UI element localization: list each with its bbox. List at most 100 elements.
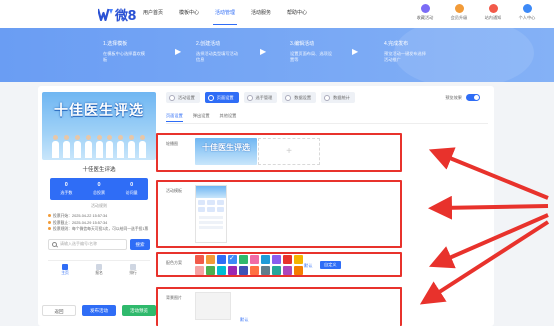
color-swatch[interactable]	[272, 266, 281, 275]
color-swatch[interactable]	[228, 254, 237, 264]
step-arrow-icon: ▶	[175, 47, 182, 56]
tab-activity-settings[interactable]: 活动设置	[166, 92, 200, 103]
tab-statistics[interactable]: 数据统计	[321, 92, 355, 103]
tool-label: 站内通知	[484, 15, 502, 20]
crown-icon	[454, 4, 464, 13]
background-thumbnail[interactable]	[195, 292, 231, 320]
tool-notifications[interactable]: 站内通知	[480, 4, 506, 21]
preview-toggle-row: 预览效果	[445, 94, 480, 101]
tool-profile[interactable]: 个人中心	[514, 4, 540, 21]
step-arrow-icon: ▶	[352, 47, 359, 56]
stat-label: 总投票	[93, 190, 105, 195]
step-desc: 选择活动类型填写活动信息	[196, 51, 238, 62]
tab-page-settings[interactable]: 页面设置	[204, 92, 239, 103]
stat-visits: 0 访问量	[115, 178, 148, 200]
color-swatch[interactable]	[239, 266, 248, 275]
tool-label: 个人中心	[518, 15, 536, 20]
bell-icon	[488, 4, 498, 13]
brand-logo[interactable]: 微8	[96, 5, 138, 24]
color-swatch[interactable]	[217, 255, 226, 264]
toggle-label: 预览效果	[445, 94, 462, 100]
color-swatch[interactable]	[228, 266, 237, 275]
color-swatch[interactable]	[195, 266, 204, 275]
preview-toggle[interactable]	[466, 94, 480, 101]
steps-banner: 1.选择模板 在模板中心选择喜欢模板 ▶ 2.创建活动 选择活动类型填写活动信息…	[0, 28, 554, 82]
nav-item-help[interactable]: 帮助中心	[280, 0, 314, 28]
color-section: 配色方案 默认 自定义	[156, 252, 402, 277]
tab-icon	[207, 94, 214, 101]
info-end: 投票截止：2025-04-29 15:57:34	[53, 220, 108, 225]
default-bg-link[interactable]: 默认	[240, 317, 248, 323]
step-1: 1.选择模板 在模板中心选择喜欢模板	[103, 40, 149, 63]
color-swatch[interactable]	[272, 255, 281, 264]
section-label: 轮播图	[166, 141, 178, 146]
subtab-other[interactable]: 其他设置	[220, 113, 237, 122]
color-swatch[interactable]	[250, 255, 259, 264]
user-icon	[522, 4, 532, 13]
search-input[interactable]: 请输入选手编号/名称	[48, 238, 127, 250]
publish-button[interactable]: 发布活动	[82, 305, 116, 316]
color-swatch[interactable]	[294, 266, 303, 275]
color-swatch[interactable]	[283, 255, 292, 264]
section-label: 背景图片	[166, 295, 182, 300]
add-banner-button[interactable]: +	[258, 138, 320, 165]
banner-section: 轮播图 十佳医生评选 +	[156, 133, 402, 172]
nav-item-services[interactable]: 活动服务	[244, 0, 278, 28]
section-label: 配色方案	[166, 260, 182, 265]
activity-info: 投票开始：2025-04-22 15:57:34 投票截止：2025-04-29…	[48, 213, 150, 233]
bottom-actions: 返回 发布活动 活动预览	[42, 305, 156, 316]
step-2: 2.创建活动 选择活动类型填写活动信息	[196, 40, 242, 63]
tabbar-ranking[interactable]: 排行	[129, 263, 137, 276]
bullet-icon	[48, 220, 51, 224]
color-swatch[interactable]	[283, 266, 292, 275]
tab-label: 活动设置	[178, 94, 195, 100]
tab-icon	[324, 94, 331, 101]
template-thumbnail[interactable]	[195, 185, 227, 243]
tabbar-home[interactable]: 主页	[61, 263, 69, 276]
nav-item-templates[interactable]: 模板中心	[172, 0, 206, 28]
stat-contestants: 0 选手数	[50, 178, 83, 200]
tabbar-signup[interactable]: 报名	[95, 263, 103, 276]
template-section: 活动模板	[156, 180, 402, 248]
rules-link[interactable]: 活动规则	[42, 203, 156, 209]
subtab-popup[interactable]: 弹出设置	[193, 113, 210, 122]
color-swatch[interactable]	[294, 255, 303, 264]
header-tools: 收藏活动 会员升级 站内通知 个人中心	[412, 4, 540, 21]
color-swatch[interactable]	[261, 266, 270, 275]
tool-favorites[interactable]: 收藏活动	[412, 4, 438, 21]
nav-item-home[interactable]: 用户首页	[136, 0, 170, 28]
tab-contestants[interactable]: 选手管理	[243, 92, 278, 103]
mobile-preview: 十佳医生评选 十佳医生评选 0 选手数 0 总投票 0 访问量 活动规则 投票开…	[42, 92, 156, 276]
info-start: 投票开始：2025-04-22 15:57:34	[53, 214, 108, 218]
tabbar-label: 排行	[129, 270, 137, 275]
tab-data-settings[interactable]: 数据设置	[282, 92, 317, 103]
search-button[interactable]: 搜索	[130, 238, 150, 250]
color-swatch[interactable]	[195, 255, 204, 264]
color-swatch[interactable]	[206, 255, 215, 264]
nav-item-activities[interactable]: 活动管理	[208, 0, 242, 28]
tab-icon	[246, 94, 253, 101]
color-swatch[interactable]	[206, 266, 215, 275]
preview-tabbar: 主页 报名 排行	[48, 259, 150, 276]
preview-button[interactable]: 活动预览	[122, 305, 156, 316]
color-swatch[interactable]	[261, 255, 270, 264]
color-swatch[interactable]	[239, 255, 248, 264]
stat-label: 选手数	[60, 190, 73, 195]
step-title: 4.完成发布	[384, 41, 409, 47]
stat-value: 0	[130, 182, 134, 188]
color-swatch[interactable]	[217, 266, 226, 275]
step-4: 4.完成发布 预览活动一键发布选择活动推广	[384, 40, 430, 63]
default-color-link[interactable]: 默认	[304, 263, 312, 269]
search-placeholder: 请输入选手编号/名称	[60, 241, 98, 246]
stats-bar: 0 选手数 0 总投票 0 访问量	[50, 178, 148, 200]
tool-upgrade[interactable]: 会员升级	[446, 4, 472, 21]
color-swatch[interactable]	[250, 266, 259, 275]
step-desc: 预览活动一键发布选择活动推广	[384, 51, 426, 62]
color-swatches	[195, 254, 303, 275]
back-button[interactable]: 返回	[42, 305, 76, 316]
subtab-page[interactable]: 页面设置	[166, 113, 183, 122]
custom-color-button[interactable]: 自定义	[320, 261, 341, 269]
tab-label: 数据统计	[333, 94, 350, 100]
stat-votes: 0 总投票	[83, 178, 116, 200]
banner-thumbnail[interactable]: 十佳医生评选	[195, 138, 257, 165]
